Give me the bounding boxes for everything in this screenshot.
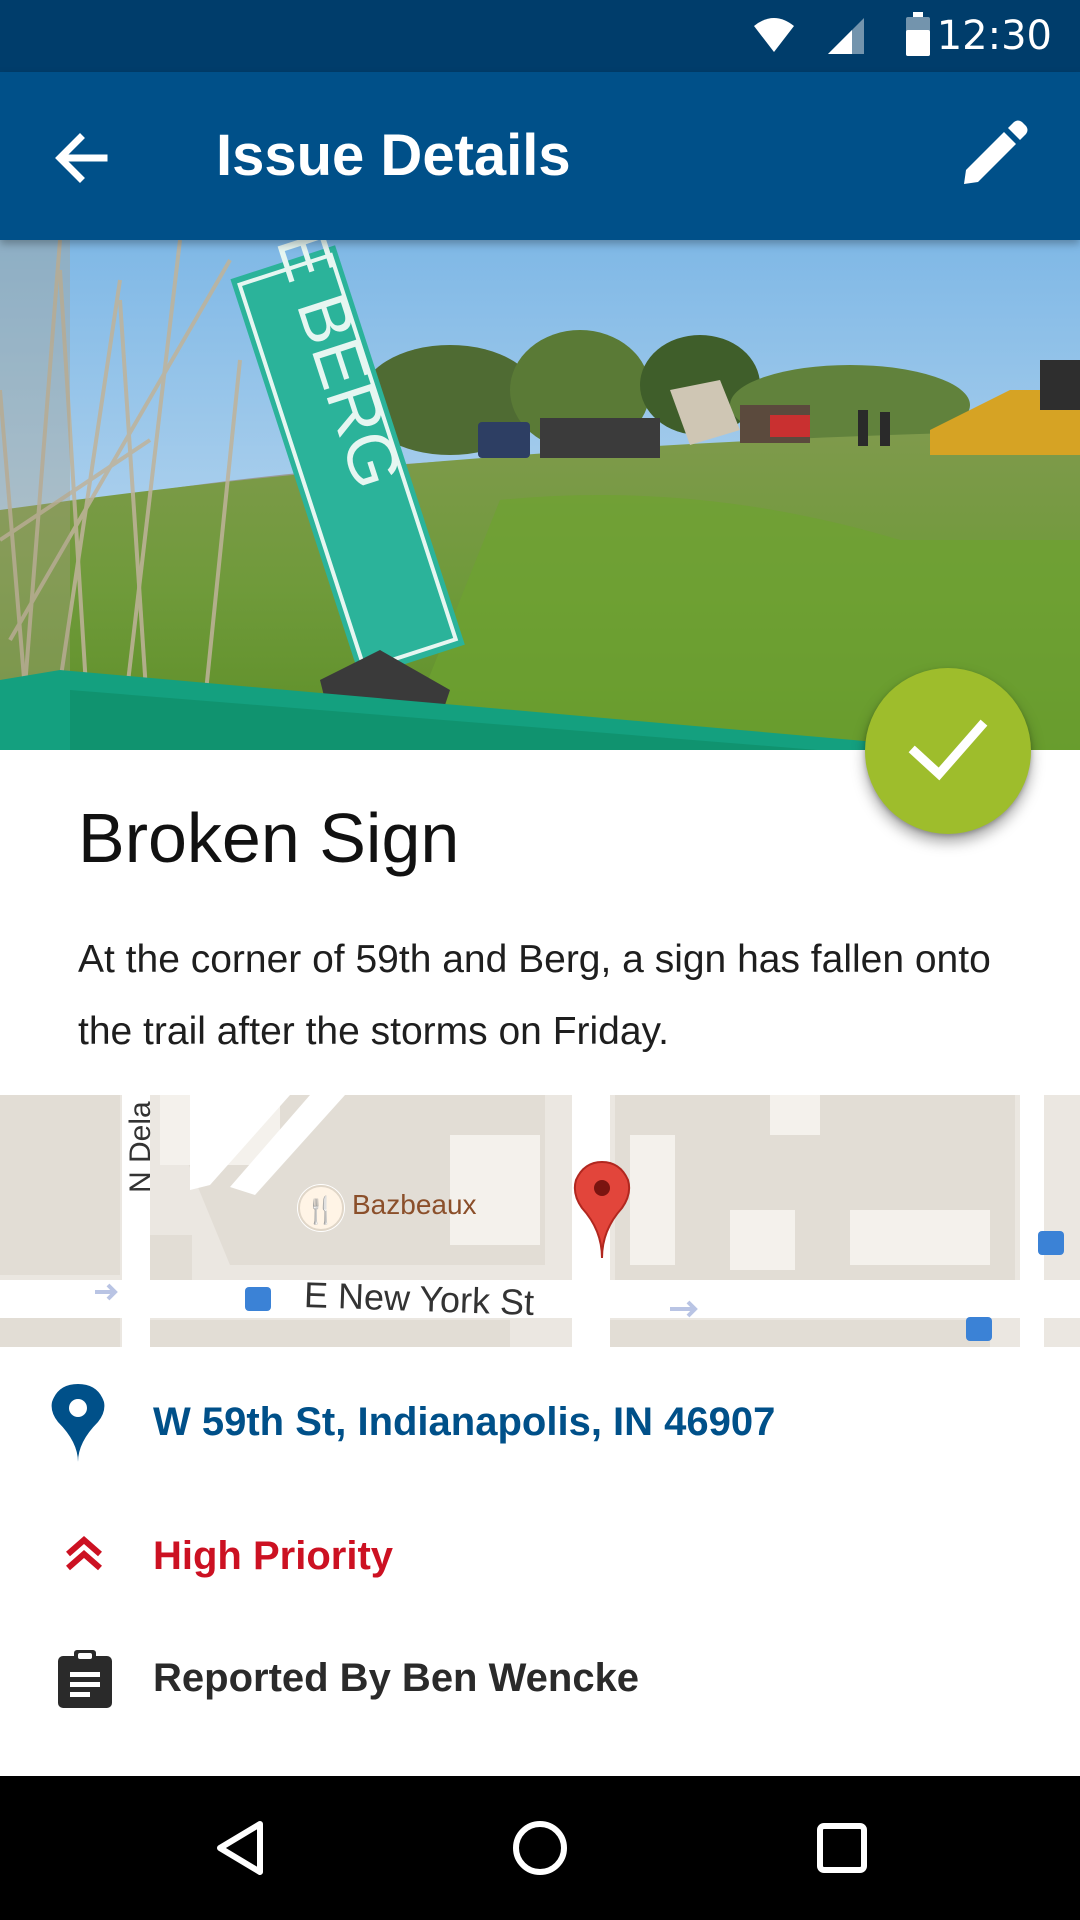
app-bar: Issue Details bbox=[0, 72, 1080, 240]
map-place-label: Bazbeaux bbox=[352, 1189, 477, 1220]
resolve-fab-button[interactable] bbox=[865, 668, 1031, 834]
back-button[interactable] bbox=[52, 128, 112, 188]
nav-home-button[interactable] bbox=[508, 1816, 572, 1880]
reporter-row: Reported By Ben Wencke bbox=[0, 1630, 1080, 1720]
map-street-label-vertical: N Dela bbox=[124, 1101, 157, 1193]
page-title: Issue Details bbox=[216, 123, 571, 188]
issue-description: At the corner of 59th and Berg, a sign h… bbox=[78, 938, 991, 1053]
battery-icon bbox=[906, 12, 930, 56]
location-map[interactable]: 🍴 N Dela Bazbeaux E New York St bbox=[0, 1095, 1080, 1347]
check-icon bbox=[908, 719, 988, 781]
address-row[interactable]: W 59th St, Indianapolis, IN 46907 bbox=[0, 1372, 1080, 1462]
clipboard-icon bbox=[58, 1650, 112, 1708]
double-chevron-up-icon bbox=[66, 1536, 102, 1571]
issue-title: Broken Sign bbox=[78, 799, 460, 877]
nav-recents-button[interactable] bbox=[810, 1816, 874, 1880]
wifi-icon bbox=[754, 18, 794, 52]
system-nav-bar bbox=[0, 1776, 1080, 1920]
map-street-label: E New York St bbox=[303, 1273, 535, 1324]
svg-text:🍴: 🍴 bbox=[305, 1195, 337, 1226]
cell-signal-icon bbox=[828, 18, 864, 54]
reporter-text: Reported By Ben Wencke bbox=[153, 1656, 640, 1700]
location-pin-icon bbox=[51, 1384, 105, 1462]
address-text: W 59th St, Indianapolis, IN 46907 bbox=[153, 1400, 776, 1444]
status-time: 12:30 bbox=[936, 13, 1052, 59]
pencil-icon bbox=[964, 120, 1028, 184]
priority-text: High Priority bbox=[153, 1534, 394, 1578]
recents-square-icon bbox=[817, 1823, 867, 1873]
home-circle-icon bbox=[513, 1821, 567, 1875]
edit-button[interactable] bbox=[958, 118, 1030, 190]
back-triangle-icon bbox=[217, 1821, 263, 1875]
map-pin-icon bbox=[573, 1160, 631, 1259]
nav-back-button[interactable] bbox=[208, 1816, 272, 1880]
arrow-back-icon bbox=[55, 133, 108, 183]
priority-row: High Priority bbox=[0, 1506, 1080, 1596]
status-bar: 12:30 bbox=[0, 0, 1080, 72]
